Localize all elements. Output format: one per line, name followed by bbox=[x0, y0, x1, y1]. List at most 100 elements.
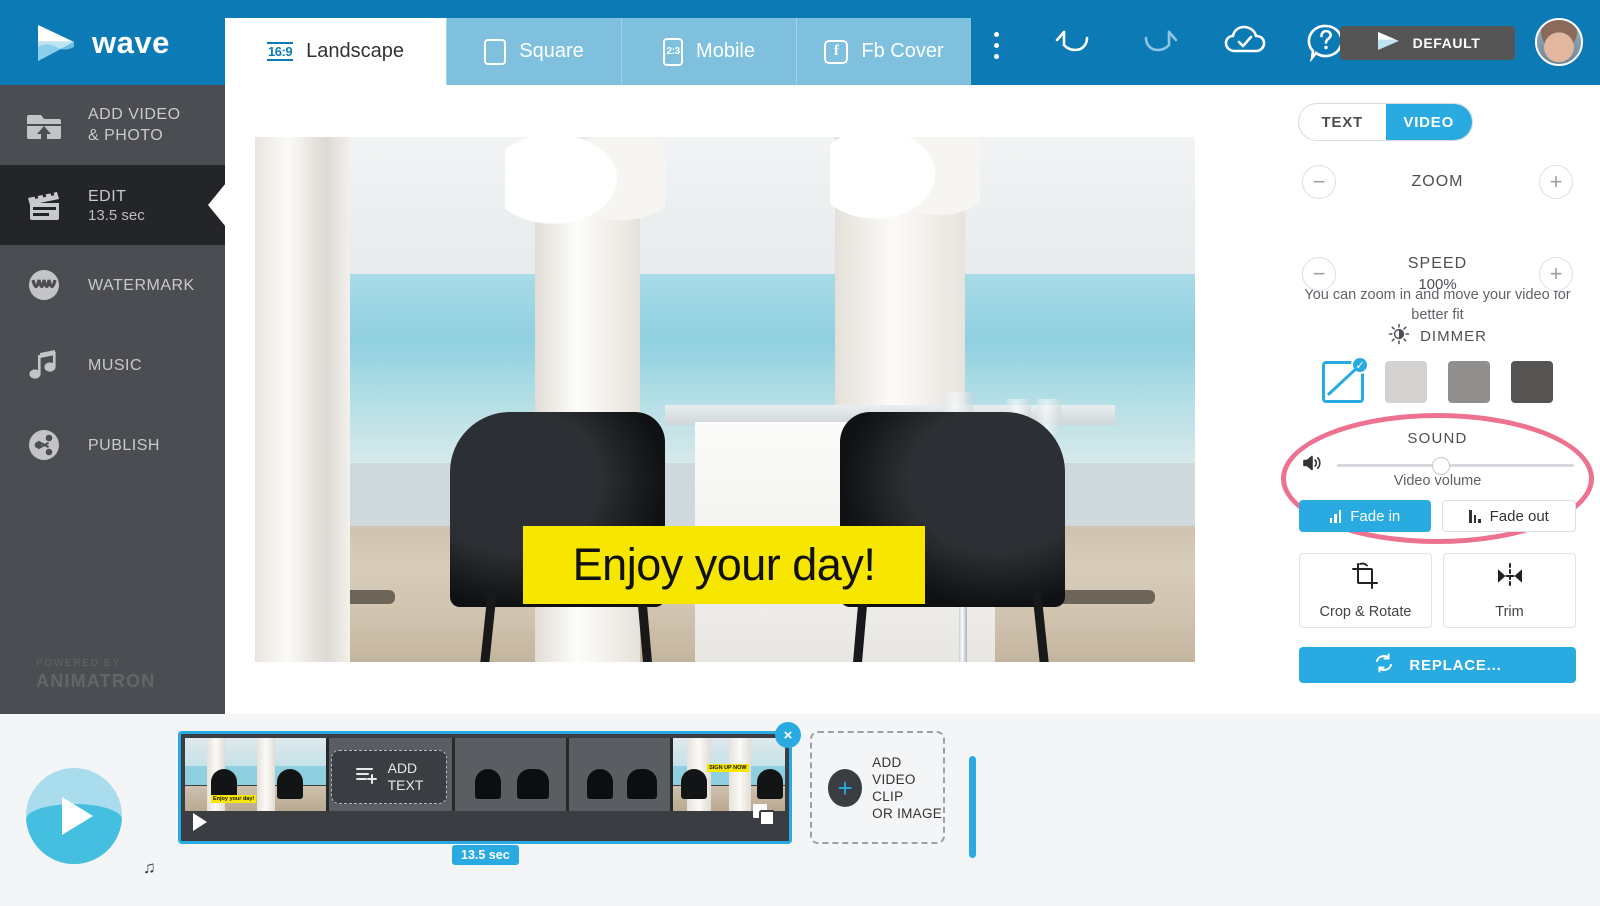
clip-thumbnail: Enjoy your day! bbox=[185, 738, 326, 811]
fade-out-label: Fade out bbox=[1489, 507, 1549, 525]
dimmer-swatch-light[interactable] bbox=[1385, 361, 1427, 403]
aspect-2-3-icon: 2:3 bbox=[663, 37, 684, 66]
wave-play-logo-icon bbox=[32, 20, 78, 66]
fade-in-icon bbox=[1329, 509, 1342, 523]
fade-out-button[interactable]: Fade out bbox=[1442, 500, 1576, 532]
fade-in-button[interactable]: Fade in bbox=[1299, 500, 1431, 532]
trim-button[interactable]: Trim bbox=[1443, 553, 1576, 628]
caption-overlay[interactable]: Enjoy your day! bbox=[523, 526, 925, 604]
square-frame-icon bbox=[484, 38, 507, 65]
video-preview[interactable]: Enjoy your day! bbox=[255, 137, 1195, 662]
caption-text: Enjoy your day! bbox=[572, 539, 876, 590]
add-video-clip-or-image-button[interactable]: + ADD VIDEO CLIP OR IMAGE bbox=[810, 731, 945, 844]
default-project-button[interactable]: DEFAULT bbox=[1340, 26, 1515, 60]
user-avatar[interactable] bbox=[1535, 18, 1583, 66]
dimmer-swatch-dark[interactable] bbox=[1511, 361, 1553, 403]
sidebar-item-publish[interactable]: PUBLISH bbox=[0, 405, 225, 485]
add-text-line2: TEXT bbox=[387, 777, 424, 793]
play-icon bbox=[62, 797, 93, 835]
trim-label: Trim bbox=[1495, 603, 1524, 620]
wave-play-logo-icon-small bbox=[1375, 30, 1401, 57]
crop-rotate-icon bbox=[1351, 562, 1381, 595]
sidebar-item-edit[interactable]: EDIT 13.5 sec bbox=[0, 165, 226, 245]
sidebar-item-add-video-photo[interactable]: ADD VIDEO & PHOTO bbox=[0, 85, 225, 165]
play-clip-icon[interactable] bbox=[193, 813, 207, 831]
volume-caption: Video volume bbox=[1393, 473, 1482, 489]
aspect-16-9-icon: 16:9 bbox=[267, 42, 294, 61]
plus-icon: + bbox=[828, 768, 863, 807]
speed-value: 100% bbox=[1418, 276, 1457, 293]
play-preview-button[interactable] bbox=[26, 768, 122, 864]
music-note-icon bbox=[22, 349, 66, 381]
trim-icon bbox=[1495, 562, 1525, 595]
sidebar-item-watermark[interactable]: WATERMARK bbox=[0, 245, 225, 325]
crop-rotate-label: Crop & Rotate bbox=[1319, 603, 1412, 620]
bow-decoration bbox=[830, 137, 980, 252]
replace-button[interactable]: REPLACE... bbox=[1299, 647, 1576, 683]
tab-mobile[interactable]: 2:3 Mobile bbox=[621, 18, 796, 85]
speed-control: − SPEED 100% + bbox=[1275, 255, 1600, 293]
facebook-icon: f bbox=[824, 39, 849, 64]
watermark-w-icon bbox=[22, 268, 66, 302]
powered-by-label: POWERED BY bbox=[36, 658, 121, 669]
right-properties-panel: TEXT VIDEO − ZOOM + You can zoom in and … bbox=[1275, 85, 1600, 714]
dimmer-swatches: ✓ bbox=[1275, 356, 1600, 403]
animatron-brand: ANIMATRON bbox=[36, 671, 156, 691]
powered-by-animatron: POWERED BY ANIMATRON bbox=[36, 658, 155, 692]
wave-video-editor: wave 16:9 Landscape Square 2:3 Mobile f … bbox=[0, 0, 1600, 906]
volume-slider-knob[interactable] bbox=[1432, 456, 1451, 475]
dimmer-section-header: DIMMER bbox=[1275, 323, 1600, 350]
cloud-saved-icon[interactable] bbox=[1222, 22, 1268, 67]
duplicate-clip-icon[interactable] bbox=[753, 804, 775, 831]
zoom-decrease-button[interactable]: − bbox=[1302, 165, 1336, 199]
tab-text[interactable]: TEXT bbox=[1299, 104, 1386, 140]
top-header-bar: wave 16:9 Landscape Square 2:3 Mobile f … bbox=[0, 0, 1600, 85]
thumbnail-caption-tag: Enjoy your day! bbox=[211, 795, 257, 803]
speed-decrease-button[interactable]: − bbox=[1302, 257, 1336, 291]
crop-rotate-button[interactable]: Crop & Rotate bbox=[1299, 553, 1432, 628]
sidebar-item-music[interactable]: MUSIC bbox=[0, 325, 225, 405]
music-note-icon[interactable]: ♫ bbox=[143, 858, 156, 878]
sidebar-item-watermark-label: WATERMARK bbox=[88, 276, 195, 294]
fade-in-label: Fade in bbox=[1350, 507, 1401, 525]
more-options-icon[interactable] bbox=[994, 32, 999, 65]
speed-label: SPEED bbox=[1407, 255, 1468, 272]
drape-left bbox=[255, 137, 350, 662]
aspect-ratio-tabs: 16:9 Landscape Square 2:3 Mobile f Fb Co… bbox=[225, 18, 971, 85]
canvas-area: Enjoy your day! bbox=[225, 85, 1275, 714]
add-clip-line3: OR IMAGE bbox=[872, 805, 943, 821]
undo-icon[interactable] bbox=[1053, 22, 1095, 67]
timeline-clip[interactable]: Enjoy your day! SIGN UP NOW ADD TEXT bbox=[178, 731, 976, 858]
zoom-increase-button[interactable]: + bbox=[1539, 165, 1573, 199]
timeline-scroll-handle[interactable] bbox=[969, 756, 976, 858]
tab-square[interactable]: Square bbox=[446, 18, 621, 85]
speed-increase-button[interactable]: + bbox=[1539, 257, 1573, 291]
remove-clip-button[interactable]: × bbox=[775, 722, 801, 748]
volume-slider-track[interactable] bbox=[1337, 456, 1574, 475]
sidebar-item-add-video-photo-label: ADD VIDEO bbox=[88, 106, 181, 123]
add-text-button[interactable]: ADD TEXT bbox=[331, 750, 447, 804]
add-clip-line2: VIDEO CLIP bbox=[872, 771, 916, 804]
tab-video[interactable]: VIDEO bbox=[1385, 104, 1472, 140]
sound-label: SOUND bbox=[1407, 430, 1468, 447]
thumbnail-cta-tag: SIGN UP NOW bbox=[707, 764, 749, 772]
add-clip-line1: ADD bbox=[872, 754, 902, 770]
text-video-toggle: TEXT VIDEO bbox=[1298, 103, 1473, 141]
dimmer-swatch-none[interactable]: ✓ bbox=[1322, 356, 1369, 403]
active-indicator-arrow bbox=[208, 183, 226, 227]
share-icon bbox=[22, 428, 66, 462]
tab-landscape-label: Landscape bbox=[306, 40, 404, 62]
tab-fb-cover[interactable]: f Fb Cover bbox=[796, 18, 971, 85]
clip-duration-badge: 13.5 sec bbox=[452, 845, 519, 865]
left-sidebar: ADD VIDEO & PHOTO EDIT 13.5 sec WATERMAR… bbox=[0, 85, 226, 714]
tab-mobile-label: Mobile bbox=[696, 40, 755, 62]
dimmer-swatch-medium[interactable] bbox=[1448, 361, 1490, 403]
check-icon: ✓ bbox=[1351, 356, 1369, 374]
sidebar-item-edit-duration: 13.5 sec bbox=[88, 207, 145, 224]
clip-tools: Crop & Rotate Trim bbox=[1275, 553, 1600, 628]
redo-icon[interactable] bbox=[1138, 22, 1180, 67]
brand-logo[interactable]: wave bbox=[0, 0, 225, 85]
sidebar-item-music-label: MUSIC bbox=[88, 356, 143, 374]
tab-landscape[interactable]: 16:9 Landscape bbox=[225, 18, 446, 85]
default-button-label: DEFAULT bbox=[1412, 35, 1481, 51]
